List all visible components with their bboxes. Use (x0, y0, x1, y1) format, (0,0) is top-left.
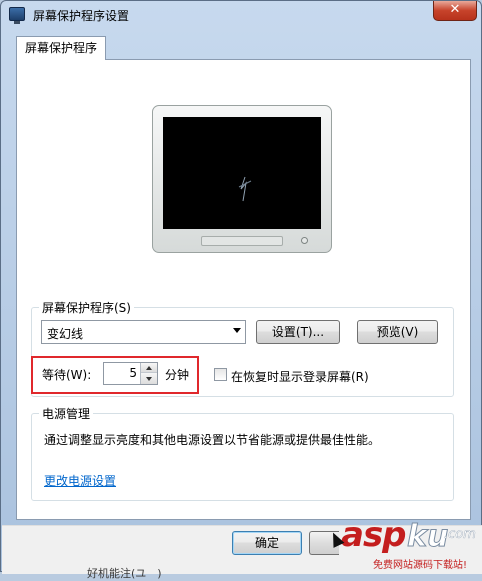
title-bar[interactable]: 屏幕保护程序设置 ✕ (1, 1, 481, 29)
change-power-settings-link[interactable]: 更改电源设置 (44, 472, 116, 489)
wait-label: 等待(W): (42, 368, 92, 382)
monitor-preview (152, 105, 332, 253)
spin-down-icon[interactable] (141, 373, 157, 384)
close-button[interactable]: ✕ (433, 1, 477, 21)
resume-logon-checkbox[interactable] (214, 368, 227, 381)
ribbons-preview-graphic (238, 176, 252, 202)
screensaver-selected-value: 变幻线 (47, 327, 84, 341)
resume-logon-label[interactable]: 在恢复时显示登录屏幕(R) (231, 368, 369, 385)
wait-minutes-value: 5 (129, 366, 137, 380)
watermark-com: .com (444, 527, 476, 542)
background-window-text: 好机能注(ユ ) (87, 567, 162, 580)
wait-unit-label: 分钟 (165, 368, 190, 382)
screensaver-dropdown[interactable]: 变幻线 (41, 320, 246, 344)
spin-up-icon[interactable] (141, 363, 157, 373)
close-icon: ✕ (449, 2, 461, 17)
screensaver-settings-window: 屏幕保护程序设置 ✕ 屏幕保护程序 屏幕保护程序(S) 变幻线 设置(T)...… (0, 0, 482, 580)
preview-button[interactable]: 预览(V) (357, 320, 438, 344)
power-group-label: 电源管理 (39, 405, 94, 422)
preview-screen (163, 117, 321, 229)
stepper-buttons (140, 363, 157, 384)
display-settings-icon (9, 7, 25, 24)
watermark-asp: asp (341, 515, 407, 555)
monitor-power-indicator (301, 237, 308, 244)
power-description: 通过调整显示亮度和其他电源设置以节省能源或提供最佳性能。 (44, 433, 381, 447)
ok-button[interactable]: 确定 (232, 531, 302, 555)
tab-screensaver[interactable]: 屏幕保护程序 (16, 36, 106, 60)
settings-button[interactable]: 设置(T)... (256, 320, 340, 344)
watermark-tagline: 免费网站源码下载站! (373, 560, 468, 571)
watermark-ku: ku (406, 519, 449, 555)
window-title: 屏幕保护程序设置 (33, 9, 130, 23)
screensaver-group-label: 屏幕保护程序(S) (39, 299, 134, 316)
dropdown-arrow-icon (233, 328, 241, 333)
wait-minutes-stepper[interactable]: 5 (103, 362, 158, 385)
monitor-base (201, 236, 283, 246)
